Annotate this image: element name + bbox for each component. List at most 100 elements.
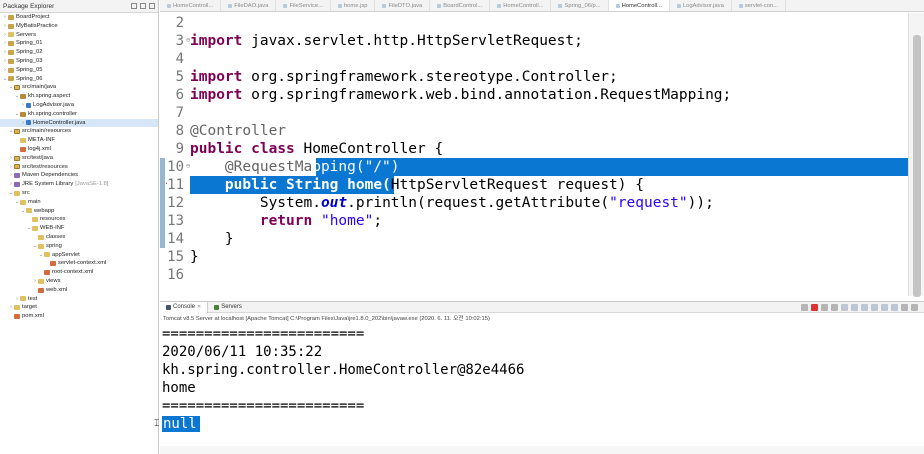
code-line[interactable]: 8 @Controller <box>160 122 908 140</box>
folder-icon <box>38 243 44 249</box>
tree-item[interactable]: › Spring_03 <box>0 57 158 66</box>
tree-item[interactable]: › test <box>0 295 158 304</box>
show-on-output-icon[interactable] <box>861 303 868 311</box>
xml-file-icon <box>14 313 20 319</box>
editor-tab[interactable]: HomeControll... <box>490 0 552 11</box>
tree-item[interactable]: › JRE System Library [JavaSE-1.8] <box>0 180 158 189</box>
tree-item[interactable]: › MyBatisPractice <box>0 22 158 31</box>
link-editor-icon[interactable] <box>140 3 146 9</box>
code-line[interactable]: 16 <box>160 266 908 284</box>
tree-item[interactable]: › Maven Dependencies <box>0 171 158 180</box>
display-console-icon[interactable] <box>881 303 888 311</box>
editor-tab[interactable]: HomeControll... <box>160 0 222 11</box>
tree-item[interactable]: › HomeController.java <box>0 118 158 128</box>
code-line[interactable]: 12 System.out.println(request.getAttribu… <box>160 194 908 212</box>
code-line[interactable]: 7 <box>160 104 908 122</box>
tab-servers[interactable]: Servers <box>208 302 248 313</box>
tree-item[interactable]: ⌄ main <box>0 198 158 207</box>
tree-item[interactable]: ⌄ src/main/java <box>0 83 158 92</box>
code-line[interactable]: 14 } <box>160 230 908 248</box>
code-line[interactable]: 6 import org.springframework.web.bind.ann… <box>160 86 908 104</box>
terminate-icon[interactable] <box>811 303 818 311</box>
tree-item[interactable]: › Servers <box>0 31 158 40</box>
tree-item[interactable]: ⌄ kh.spring.aspect <box>0 92 158 101</box>
editor-tab[interactable]: FileDAO.java <box>221 0 277 11</box>
console-output[interactable]: ======================== 2020/06/11 10:35… <box>160 324 924 454</box>
tree-item[interactable]: › src/test/resources <box>0 163 158 172</box>
pin-console-icon[interactable] <box>871 303 878 311</box>
tree-item[interactable]: ⌄ webapp <box>0 207 158 216</box>
scroll-lock-icon[interactable] <box>841 303 848 311</box>
code-editor[interactable]: 2 3 ⊖ import javax.servlet.http.HttpServlet… <box>160 13 908 296</box>
editor-tab[interactable]: LogAdvisor.java <box>670 0 732 11</box>
code-line[interactable]: 15} <box>160 248 908 266</box>
scrollbar-thumb[interactable] <box>913 35 921 297</box>
code-line[interactable]: 9 public class HomeController { <box>160 140 908 158</box>
collapse-all-icon[interactable] <box>131 3 137 9</box>
java-file-icon <box>26 120 31 126</box>
tree-item-label: META-INF <box>28 137 55 144</box>
code-line[interactable]: 2 <box>160 14 908 32</box>
tree-item[interactable]: log4j.xml <box>0 145 158 154</box>
tree-item[interactable]: classes <box>0 233 158 242</box>
word-wrap-icon[interactable] <box>851 303 858 311</box>
code-line[interactable]: 13 return "home"; <box>160 212 908 230</box>
editor-tab[interactable]: HomeControll... <box>608 0 670 11</box>
tree-item[interactable]: › Spring_05 <box>0 66 158 75</box>
line-number: 12 <box>167 195 184 211</box>
close-icon[interactable]: ✕ <box>197 302 201 313</box>
tree-item[interactable]: › BoardProject <box>0 13 158 22</box>
tree-item[interactable]: ⌄ WEB-INF <box>0 224 158 233</box>
tree-item[interactable]: › Spring_01 <box>0 39 158 48</box>
view-menu-icon[interactable] <box>149 3 155 9</box>
tree-item[interactable]: › LogAdvisor.java <box>0 101 158 110</box>
source-folder-icon <box>14 155 20 161</box>
tree-item[interactable]: servlet-context.xml <box>0 259 158 268</box>
tree-item[interactable]: web.xml <box>0 286 158 295</box>
tree-item[interactable]: › views <box>0 277 158 286</box>
package-explorer: Package Explorer › BoardProject › MyBatisPr… <box>0 0 159 454</box>
remove-launch-icon[interactable] <box>821 303 828 311</box>
tree-item-label: src <box>22 189 30 196</box>
editor-tab[interactable]: servlet-con... <box>732 0 786 11</box>
tree-item[interactable]: ⌄ kh.spring.controller <box>0 110 158 119</box>
tree-item[interactable]: › src/test/java <box>0 154 158 163</box>
change-ruler <box>160 104 165 122</box>
tree-item[interactable]: ⌄ src/main/resources <box>0 127 158 136</box>
tab-console[interactable]: Console ✕ <box>160 301 209 313</box>
tree-item-label: src/main/resources <box>22 128 71 135</box>
tree-item[interactable]: META-INF <box>0 136 158 145</box>
editor-tab[interactable]: Spring_06/p... <box>551 0 609 11</box>
clear-console-icon[interactable] <box>801 303 808 311</box>
editor-tab[interactable]: home.jsp <box>331 0 376 11</box>
editor-tab[interactable]: FileService... <box>276 0 331 11</box>
code-line[interactable]: 4 <box>160 50 908 68</box>
tree-item[interactable]: ⌄ spring <box>0 242 158 251</box>
editor-vertical-scrollbar[interactable] <box>908 13 924 297</box>
code-line[interactable]: 10 ⊖ @RequestMapping("/") <box>160 158 908 176</box>
code-line[interactable]: 3 ⊖ import javax.servlet.http.HttpServletR… <box>160 32 908 50</box>
editor-tab[interactable]: BoardControl... <box>430 0 491 11</box>
folder-icon <box>44 252 50 258</box>
code-token: import <box>190 69 243 85</box>
tree-item[interactable]: root-context.xml <box>0 268 158 277</box>
tree-item[interactable]: › target <box>0 303 158 312</box>
tree-item[interactable]: resources <box>0 215 158 224</box>
tree-item[interactable]: pom.xml <box>0 312 158 321</box>
console-horizontal-scrollbar[interactable] <box>160 446 924 454</box>
tree-item[interactable]: ⌄ src <box>0 189 158 198</box>
folder-icon <box>14 190 20 196</box>
maximize-icon[interactable] <box>911 303 918 311</box>
tree-item[interactable]: › Spring_02 <box>0 48 158 57</box>
remove-all-icon[interactable] <box>831 303 838 311</box>
code-line[interactable]: · 11 public String home(HttpServletReques… <box>160 176 908 194</box>
package-icon <box>20 111 26 117</box>
code-token: org.springframework.stereotype.Controlle… <box>242 69 618 85</box>
tree-item[interactable]: ⌄ Spring_06 <box>0 75 158 84</box>
file-icon <box>558 4 563 8</box>
code-line[interactable]: 5 import org.springframework.stereotype.C… <box>160 68 908 86</box>
minimize-icon[interactable] <box>901 303 908 311</box>
editor-tab[interactable]: FileDTO.java <box>375 0 431 11</box>
tree-item[interactable]: ⌄ appServlet <box>0 251 158 260</box>
open-console-icon[interactable] <box>891 303 898 311</box>
